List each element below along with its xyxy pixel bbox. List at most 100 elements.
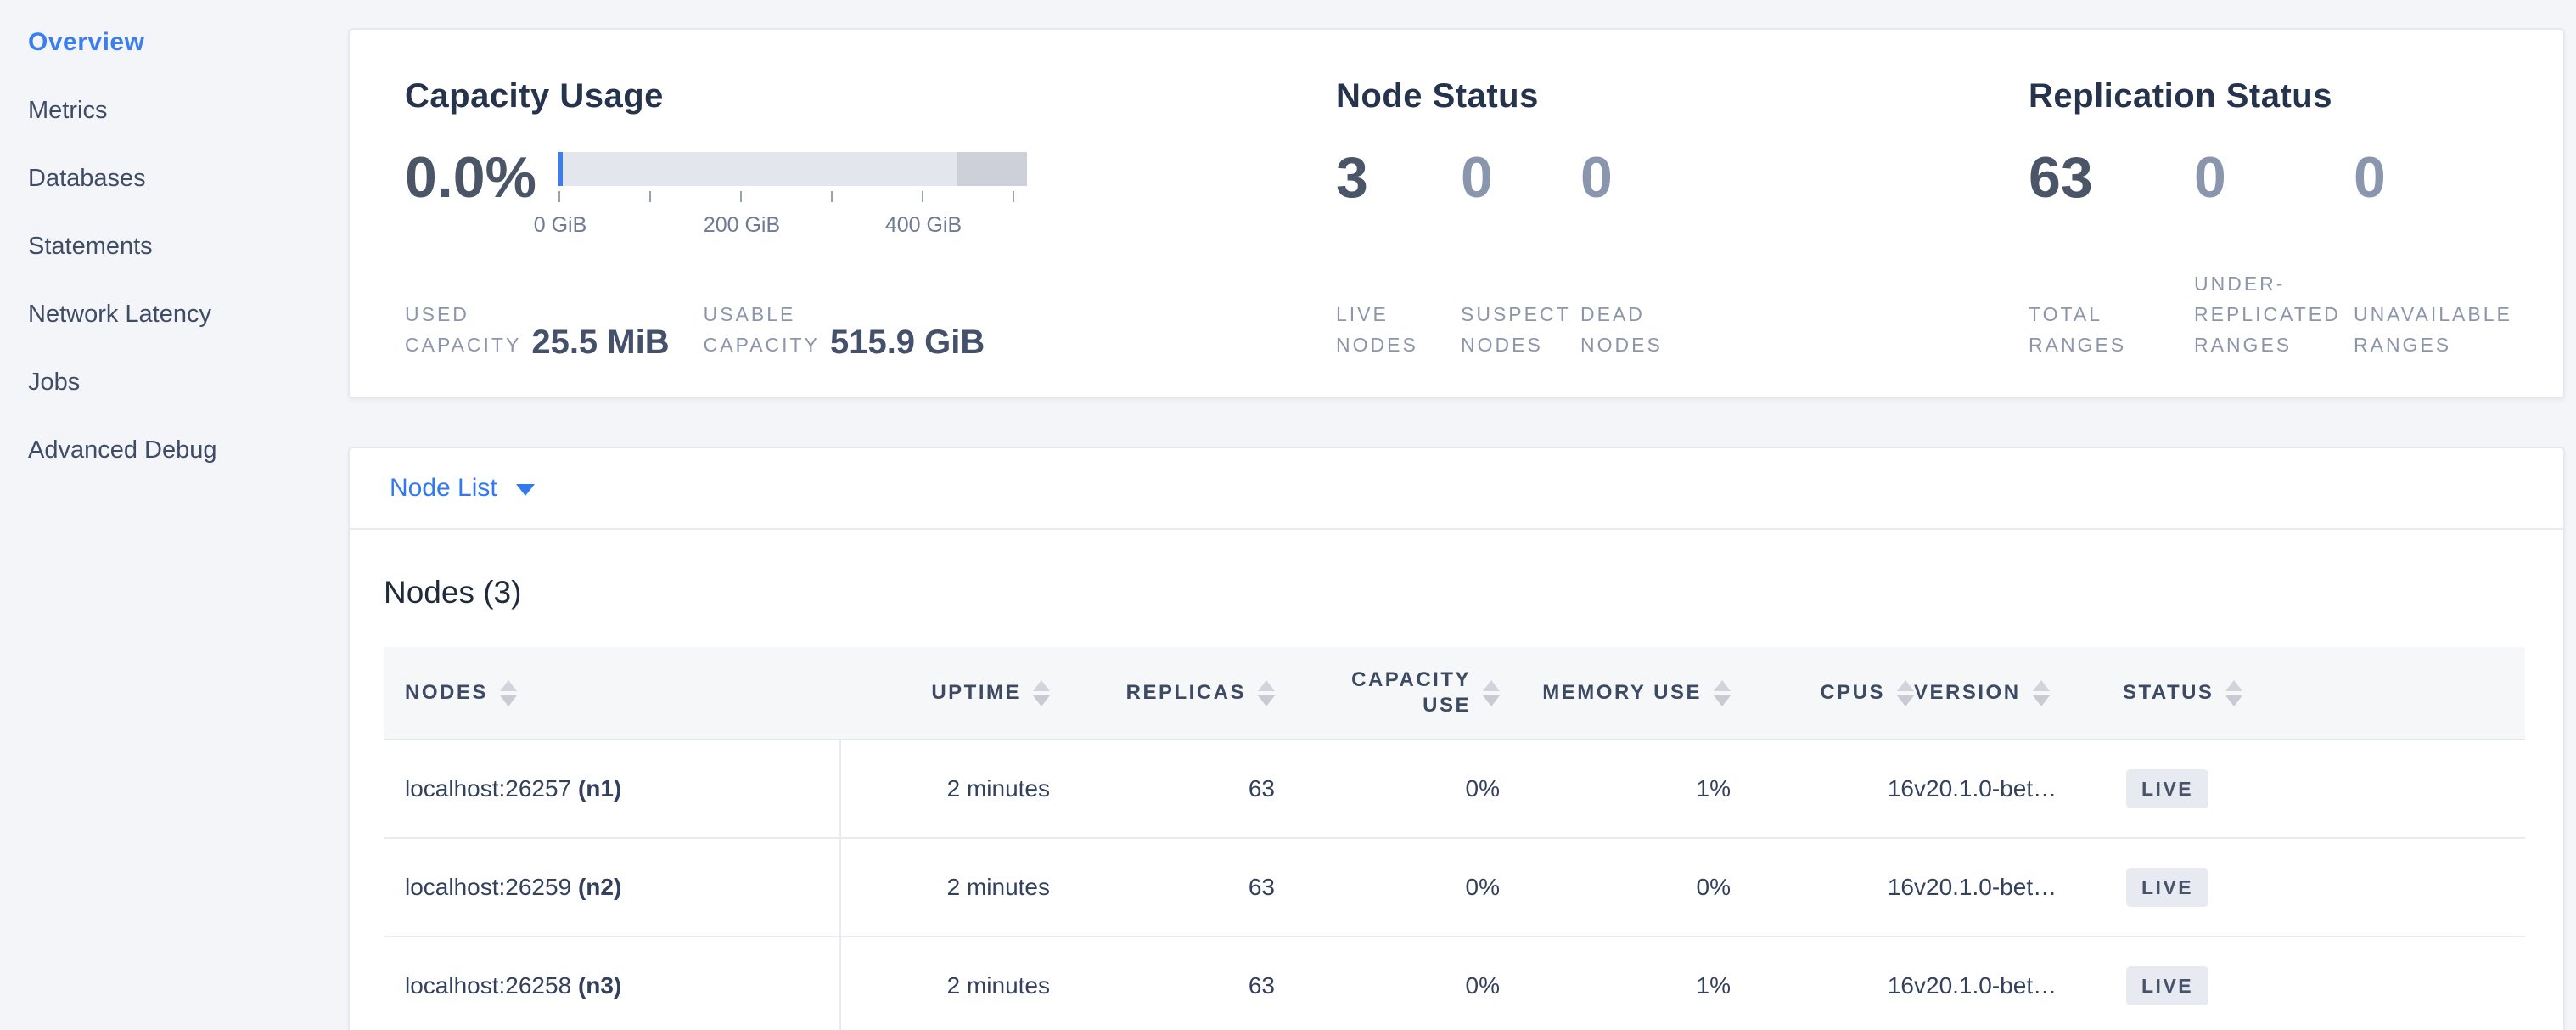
uptime-cell: 2 minutes [840,838,1050,937]
sort-icon [1033,680,1050,706]
table-header-row: NODES UPTIME REPLICAS CAPACITY USE [384,647,2525,740]
cpus-cell: 16 [1731,740,1914,838]
axis-label-400gib: 400 GiB [885,213,962,238]
replicas-cell: 63 [1050,838,1275,937]
column-header-version[interactable]: VERSION [1914,647,2123,740]
capacity-usage-title: Capacity Usage [405,76,1309,116]
capacity-usage-section: Capacity Usage 0.0% [405,76,1309,360]
memory-use-cell: 1% [1500,740,1731,838]
column-header-replicas[interactable]: REPLICAS [1050,647,1275,740]
axis-label-200gib: 200 GiB [704,213,780,238]
nodes-card-body: Nodes (3) NODES UPTIME [350,574,2563,1030]
node-list-dropdown[interactable]: Node List [350,448,2563,530]
under-replicated-ranges-label: UNDER- REPLICATED RANGES [2194,268,2354,360]
axis-label-0gib: 0 GiB [534,213,587,238]
status-badge: LIVE [2126,769,2208,808]
sort-icon [1483,680,1500,706]
replication-figures: 63 0 0 [2029,145,2512,210]
sort-icon [1258,680,1275,706]
used-capacity-value: 25.5 MiB [531,324,669,360]
version-cell: v20.1.0-bet… [1914,740,2123,838]
status-cell: LIVE [2123,838,2525,937]
capacity-bar-other-segment [957,152,1027,186]
column-header-capacity-use[interactable]: CAPACITY USE [1275,647,1500,740]
capacity-axis-labels: 0 GiB 200 GiB 400 GiB [558,213,1027,240]
used-capacity-label: USED CAPACITY [405,299,521,360]
capacity-use-cell: 0% [1275,937,1500,1030]
node-address-cell[interactable]: localhost:26258 (n3) [384,937,840,1030]
nodes-table: NODES UPTIME REPLICAS CAPACITY USE [384,647,2525,1030]
unavailable-ranges-label: UNAVAILABLE RANGES [2354,299,2512,360]
column-header-nodes[interactable]: NODES [384,647,840,740]
sort-icon [2033,680,2050,706]
uptime-cell: 2 minutes [840,937,1050,1030]
sidebar-item-jobs[interactable]: Jobs [28,348,348,416]
capacity-bar [558,152,1027,186]
replicas-cell: 63 [1050,937,1275,1030]
sort-icon [1897,680,1914,706]
memory-use-cell: 1% [1500,937,1731,1030]
node-address-cell[interactable]: localhost:26259 (n2) [384,838,840,937]
replication-status-title: Replication Status [2029,76,2512,116]
cpus-cell: 16 [1731,937,1914,1030]
capacity-used-percent: 0.0% [405,145,536,210]
table-row-node-2[interactable]: localhost:26259 (n2) 2 minutes 63 0% 0% … [384,838,2525,937]
dead-nodes-count: 0 [1580,145,2005,210]
node-status-figures: 3 0 0 [1336,145,2005,210]
usable-capacity-value: 515.9 GiB [830,324,985,360]
column-header-uptime[interactable]: UPTIME [840,647,1050,740]
status-cell: LIVE [2123,937,2525,1030]
sidebar-item-network-latency[interactable]: Network Latency [28,280,348,348]
sidebar-item-statements[interactable]: Statements [28,212,348,280]
status-badge: LIVE [2126,966,2208,1005]
suspect-nodes-count: 0 [1461,145,1580,210]
capacity-use-cell: 0% [1275,838,1500,937]
sort-icon [1714,680,1731,706]
suspect-nodes-label: SUSPECT NODES [1461,299,1580,360]
column-header-cpus[interactable]: CPUS [1731,647,1914,740]
status-cell: LIVE [2123,740,2525,838]
sidebar-item-overview[interactable]: Overview [28,8,348,76]
chevron-down-icon [516,484,535,496]
usable-capacity-label: USABLE CAPACITY [704,299,820,360]
sidebar-item-advanced-debug[interactable]: Advanced Debug [28,416,348,484]
live-nodes-label: LIVE NODES [1336,299,1461,360]
capacity-axis-ticks [558,191,1027,203]
replicas-cell: 63 [1050,740,1275,838]
table-row-node-1[interactable]: localhost:26257 (n1) 2 minutes 63 0% 1% … [384,740,2525,838]
capacity-bar-chart: 0 GiB 200 GiB 400 GiB [558,152,1030,240]
total-ranges-label: TOTAL RANGES [2029,299,2194,360]
live-nodes-count: 3 [1336,145,1461,210]
sidebar: Overview Metrics Databases Statements Ne… [0,0,348,1030]
sidebar-item-databases[interactable]: Databases [28,144,348,212]
page: Overview Metrics Databases Statements Ne… [0,0,2576,1030]
node-address-cell[interactable]: localhost:26257 (n1) [384,740,840,838]
capacity-usage-content: 0.0% [405,145,1309,240]
node-status-labels: LIVE NODES SUSPECT NODES DEAD NODES [1336,299,2005,360]
sort-icon [500,680,517,706]
cpus-cell: 16 [1731,838,1914,937]
nodes-card: Node List Nodes (3) NODES [348,447,2565,1030]
capacity-use-cell: 0% [1275,740,1500,838]
replication-labels: TOTAL RANGES UNDER- REPLICATED RANGES UN… [2029,268,2512,360]
memory-use-cell: 0% [1500,838,1731,937]
uptime-cell: 2 minutes [840,740,1050,838]
node-status-section: Node Status 3 0 0 LIVE NODES SUSPECT NOD… [1309,76,2005,360]
dead-nodes-label: DEAD NODES [1580,299,2005,360]
capacity-stats: USED CAPACITY 25.5 MiB USABLE CAPACITY 5… [405,299,1309,360]
node-status-title: Node Status [1336,76,2005,116]
replication-status-section: Replication Status 63 0 0 TOTAL RANGES U… [2005,76,2512,360]
sort-icon [2225,680,2242,706]
version-cell: v20.1.0-bet… [1914,937,2123,1030]
main-content: Capacity Usage 0.0% [348,0,2576,1030]
status-badge: LIVE [2126,868,2208,907]
column-header-memory-use[interactable]: MEMORY USE [1500,647,1731,740]
node-list-dropdown-label: Node List [390,474,497,503]
sidebar-item-metrics[interactable]: Metrics [28,76,348,144]
table-row-node-3[interactable]: localhost:26258 (n3) 2 minutes 63 0% 1% … [384,937,2525,1030]
unavailable-ranges-count: 0 [2354,145,2512,210]
under-replicated-ranges-count: 0 [2194,145,2354,210]
version-cell: v20.1.0-bet… [1914,838,2123,937]
total-ranges-count: 63 [2029,145,2194,210]
column-header-status[interactable]: STATUS [2123,647,2525,740]
